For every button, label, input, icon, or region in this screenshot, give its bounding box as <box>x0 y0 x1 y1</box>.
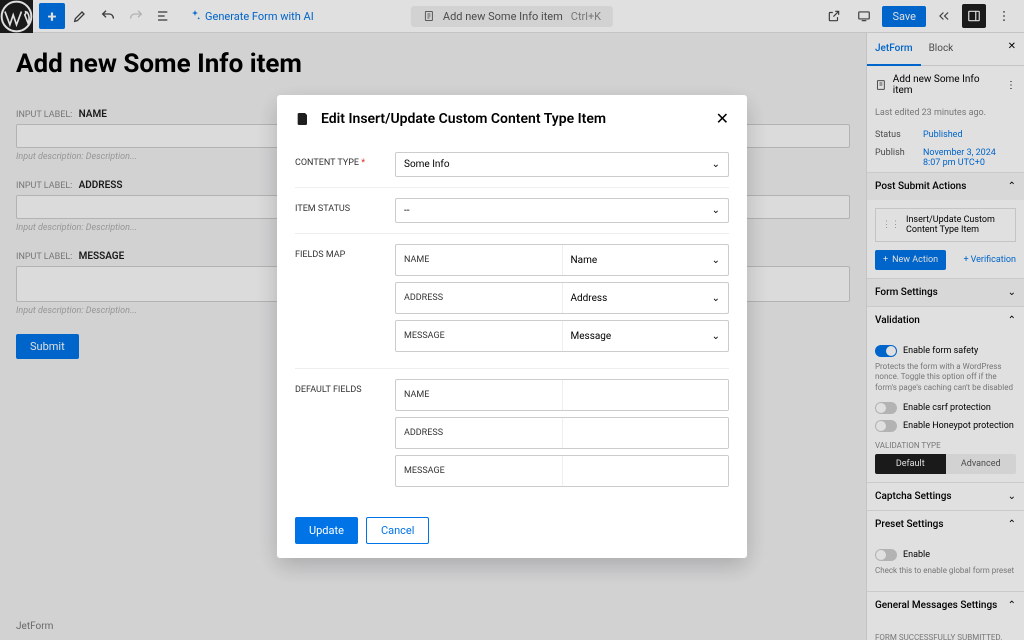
chevron-down-icon: ⌄ <box>712 293 720 304</box>
cancel-button[interactable]: Cancel <box>366 517 429 544</box>
row-item-status: ITEM STATUS --⌄ <box>295 188 729 234</box>
chevron-down-icon: ⌄ <box>712 255 720 266</box>
chevron-down-icon: ⌄ <box>712 331 720 342</box>
field-map-name: NAMEName⌄ <box>395 244 729 276</box>
row-content-type: CONTENT TYPE * Some Info⌄ <box>295 142 729 188</box>
default-name-input[interactable] <box>562 380 729 410</box>
default-address-input[interactable] <box>562 418 729 448</box>
item-status-select[interactable]: --⌄ <box>395 198 729 223</box>
fields-map-label: FIELDS MAP <box>295 244 395 358</box>
content-type-select[interactable]: Some Info⌄ <box>395 152 729 177</box>
field-map-message-select[interactable]: Message⌄ <box>562 321 729 351</box>
default-field-address: ADDRESS <box>395 417 729 449</box>
default-field-name: NAME <box>395 379 729 411</box>
chevron-down-icon: ⌄ <box>712 159 720 170</box>
content-type-label: CONTENT TYPE <box>295 158 359 168</box>
modal-title: Edit Insert/Update Custom Content Type I… <box>321 111 606 127</box>
update-button[interactable]: Update <box>295 517 358 544</box>
chevron-down-icon: ⌄ <box>712 205 720 216</box>
field-map-address: ADDRESSAddress⌄ <box>395 282 729 314</box>
database-icon <box>295 111 311 127</box>
field-map-message: MESSAGEMessage⌄ <box>395 320 729 352</box>
default-fields-label: DEFAULT FIELDS <box>295 379 395 493</box>
default-field-message: MESSAGE <box>395 455 729 487</box>
modal-footer: Update Cancel <box>277 503 747 558</box>
modal-header: Edit Insert/Update Custom Content Type I… <box>277 95 747 142</box>
modal-close-button[interactable]: ✕ <box>716 109 729 128</box>
row-fields-map: FIELDS MAP NAMEName⌄ ADDRESSAddress⌄ MES… <box>295 234 729 369</box>
edit-action-modal: Edit Insert/Update Custom Content Type I… <box>277 95 747 558</box>
field-map-address-select[interactable]: Address⌄ <box>562 283 729 313</box>
modal-body: CONTENT TYPE * Some Info⌄ ITEM STATUS --… <box>277 142 747 503</box>
default-message-input[interactable] <box>562 456 729 486</box>
modal-overlay: Edit Insert/Update Custom Content Type I… <box>0 0 1024 640</box>
item-status-label: ITEM STATUS <box>295 198 395 223</box>
row-default-fields: DEFAULT FIELDS NAME ADDRESS MESSAGE <box>295 369 729 503</box>
field-map-name-select[interactable]: Name⌄ <box>562 245 729 275</box>
